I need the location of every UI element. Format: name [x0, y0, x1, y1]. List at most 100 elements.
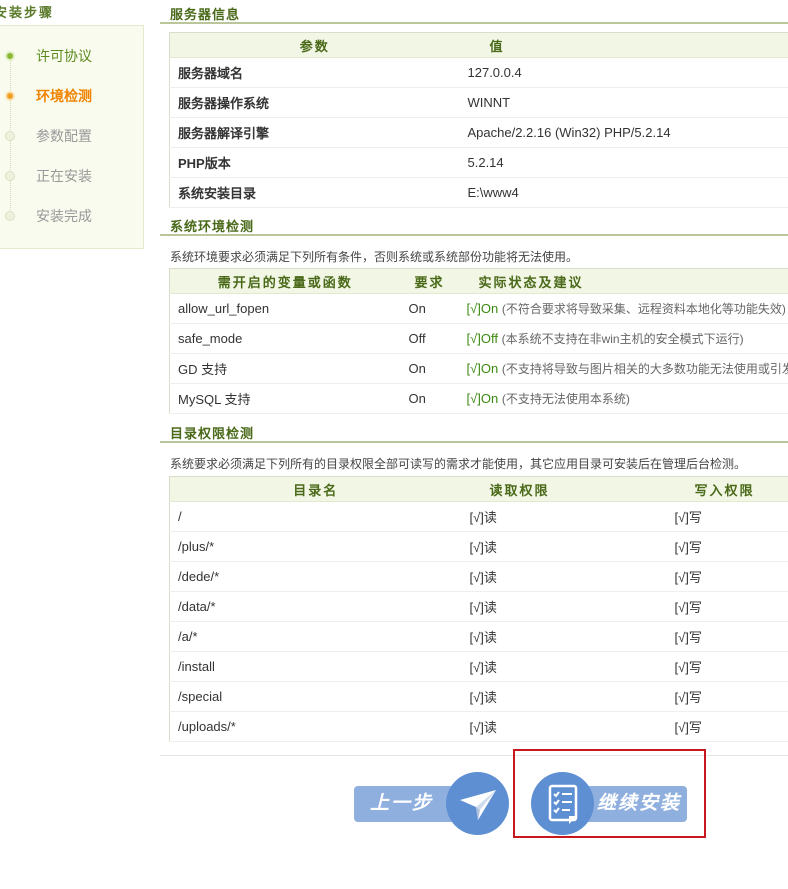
dir-name: /special — [169, 681, 462, 712]
env-var-name: GD 支持 — [169, 353, 401, 384]
table-row: MySQL 支持 On [√]On (不支持无法使用本系统) — [169, 383, 788, 414]
column-header: 目录名 — [169, 476, 462, 502]
read-permission: [√]读 — [461, 531, 667, 562]
step-pending-icon — [5, 211, 15, 221]
dir-name: / — [169, 501, 462, 532]
step-label: 安装完成 — [36, 208, 92, 224]
table-row: /special [√]读 [√]写 — [169, 681, 788, 712]
param-value: Apache/2.2.16 (Win32) PHP/5.2.14 — [459, 117, 788, 148]
param-value: 127.0.0.4 — [459, 57, 788, 88]
section-divider — [160, 22, 788, 24]
env-status: [√]On (不符合要求将导致采集、远程资料本地化等功能失效) — [458, 293, 788, 324]
dir-name: /a/* — [169, 621, 462, 652]
continue-install-button[interactable]: 继续安装 — [531, 772, 687, 836]
step-config: 参数配置 — [0, 121, 143, 151]
env-var-name: allow_url_fopen — [169, 293, 401, 324]
read-permission: [√]读 — [461, 591, 667, 622]
step-pending-icon — [5, 131, 15, 141]
table-row: / [√]读 [√]写 — [169, 501, 788, 532]
column-header: 读取权限 — [461, 476, 667, 502]
read-permission: [√]读 — [461, 561, 667, 592]
read-permission: [√]读 — [461, 651, 667, 682]
step-license: 许可协议 — [0, 41, 143, 71]
column-header: 值 — [459, 32, 788, 58]
column-header: 要求 — [400, 268, 459, 294]
write-permission: [√]写 — [666, 621, 788, 652]
table-row: /plus/* [√]读 [√]写 — [169, 531, 788, 562]
status-hint: (不符合要求将导致采集、远程资料本地化等功能失效) — [501, 302, 786, 316]
env-requirement: On — [400, 293, 459, 324]
read-permission: [√]读 — [461, 621, 667, 652]
env-var-name: MySQL 支持 — [169, 383, 401, 414]
env-requirement: Off — [400, 323, 459, 354]
status-ok: [√]On — [466, 391, 499, 406]
status-hint: (不支持将导致与图片相关的大多数功能无法使用或引发警告) — [501, 362, 788, 376]
column-header: 需开启的变量或函数 — [169, 268, 401, 294]
dir-name: /dede/* — [169, 561, 462, 592]
env-status: [√]On (不支持无法使用本系统) — [458, 383, 788, 414]
dir-check-table: 目录名 读取权限 写入权限 / [√]读 [√]写 /plus/* [√]读 [… — [169, 476, 788, 742]
table-row: 服务器解译引擎 Apache/2.2.16 (Win32) PHP/5.2.14 — [169, 117, 788, 148]
table-row: safe_mode Off [√]Off (本系统不支持在非win主机的安全模式… — [169, 323, 788, 354]
step-done-icon — [5, 51, 15, 61]
prev-step-label: 上一步 — [370, 793, 434, 814]
env-requirement: On — [400, 383, 459, 414]
param-value: 5.2.14 — [459, 147, 788, 178]
step-current-icon — [5, 91, 15, 101]
footer-divider — [160, 755, 788, 756]
env-check-table: 需开启的变量或函数 要求 实际状态及建议 allow_url_fopen On … — [169, 268, 788, 414]
env-check-note: 系统环境要求必须满足下列所有条件，否则系统或系统部份功能将无法使用。 — [170, 250, 579, 264]
status-hint: (不支持无法使用本系统) — [501, 392, 630, 406]
write-permission: [√]写 — [666, 681, 788, 712]
table-header-row: 需开启的变量或函数 要求 实际状态及建议 — [169, 268, 788, 294]
step-env-check: 环境检测 — [0, 81, 143, 111]
column-header: 实际状态及建议 — [458, 268, 788, 294]
param-name: 服务器操作系统 — [169, 87, 460, 118]
status-hint: (本系统不支持在非win主机的安全模式下运行) — [501, 332, 744, 346]
table-row: /dede/* [√]读 [√]写 — [169, 561, 788, 592]
step-complete: 安装完成 — [0, 201, 143, 231]
prev-step-button[interactable]: 上一步 — [354, 772, 509, 836]
param-value: E:\www4 — [459, 177, 788, 208]
env-var-name: safe_mode — [169, 323, 401, 354]
read-permission: [√]读 — [461, 711, 667, 742]
continue-install-label: 继续安装 — [597, 793, 682, 814]
steps-panel: 许可协议 环境检测 参数配置 正在安装 安装完成 — [0, 25, 144, 249]
table-row: 系统安装目录 E:\www4 — [169, 177, 788, 208]
table-row: /data/* [√]读 [√]写 — [169, 591, 788, 622]
table-row: 服务器操作系统 WINNT — [169, 87, 788, 118]
table-row: /a/* [√]读 [√]写 — [169, 621, 788, 652]
dir-name: /data/* — [169, 591, 462, 622]
param-name: PHP版本 — [169, 147, 460, 178]
env-status: [√]On (不支持将导致与图片相关的大多数功能无法使用或引发警告) — [458, 353, 788, 384]
step-label: 许可协议 — [36, 48, 92, 64]
dir-name: /plus/* — [169, 531, 462, 562]
write-permission: [√]写 — [666, 561, 788, 592]
step-label: 正在安装 — [36, 168, 92, 184]
write-permission: [√]写 — [666, 711, 788, 742]
param-name: 系统安装目录 — [169, 177, 460, 208]
env-requirement: On — [400, 353, 459, 384]
section-divider — [160, 234, 788, 236]
section-divider — [160, 441, 788, 443]
table-row: GD 支持 On [√]On (不支持将导致与图片相关的大多数功能无法使用或引发… — [169, 353, 788, 384]
dir-check-note: 系统要求必须满足下列所有的目录权限全部可读写的需求才能使用，其它应用目录可安装后… — [170, 457, 747, 471]
table-row: /uploads/* [√]读 [√]写 — [169, 711, 788, 742]
write-permission: [√]写 — [666, 501, 788, 532]
param-name: 服务器解译引擎 — [169, 117, 460, 148]
step-pending-icon — [5, 171, 15, 181]
param-name: 服务器域名 — [169, 57, 460, 88]
param-value: WINNT — [459, 87, 788, 118]
read-permission: [√]读 — [461, 681, 667, 712]
column-header: 写入权限 — [666, 476, 788, 502]
steps-title: 安装步骤 — [0, 5, 55, 20]
dir-name: /install — [169, 651, 462, 682]
step-label: 环境检测 — [36, 88, 92, 104]
write-permission: [√]写 — [666, 651, 788, 682]
table-row: PHP版本 5.2.14 — [169, 147, 788, 178]
status-ok: [√]On — [466, 361, 499, 376]
step-label: 参数配置 — [36, 128, 92, 144]
column-header: 参数 — [169, 32, 460, 58]
table-row: 服务器域名 127.0.0.4 — [169, 57, 788, 88]
dir-name: /uploads/* — [169, 711, 462, 742]
